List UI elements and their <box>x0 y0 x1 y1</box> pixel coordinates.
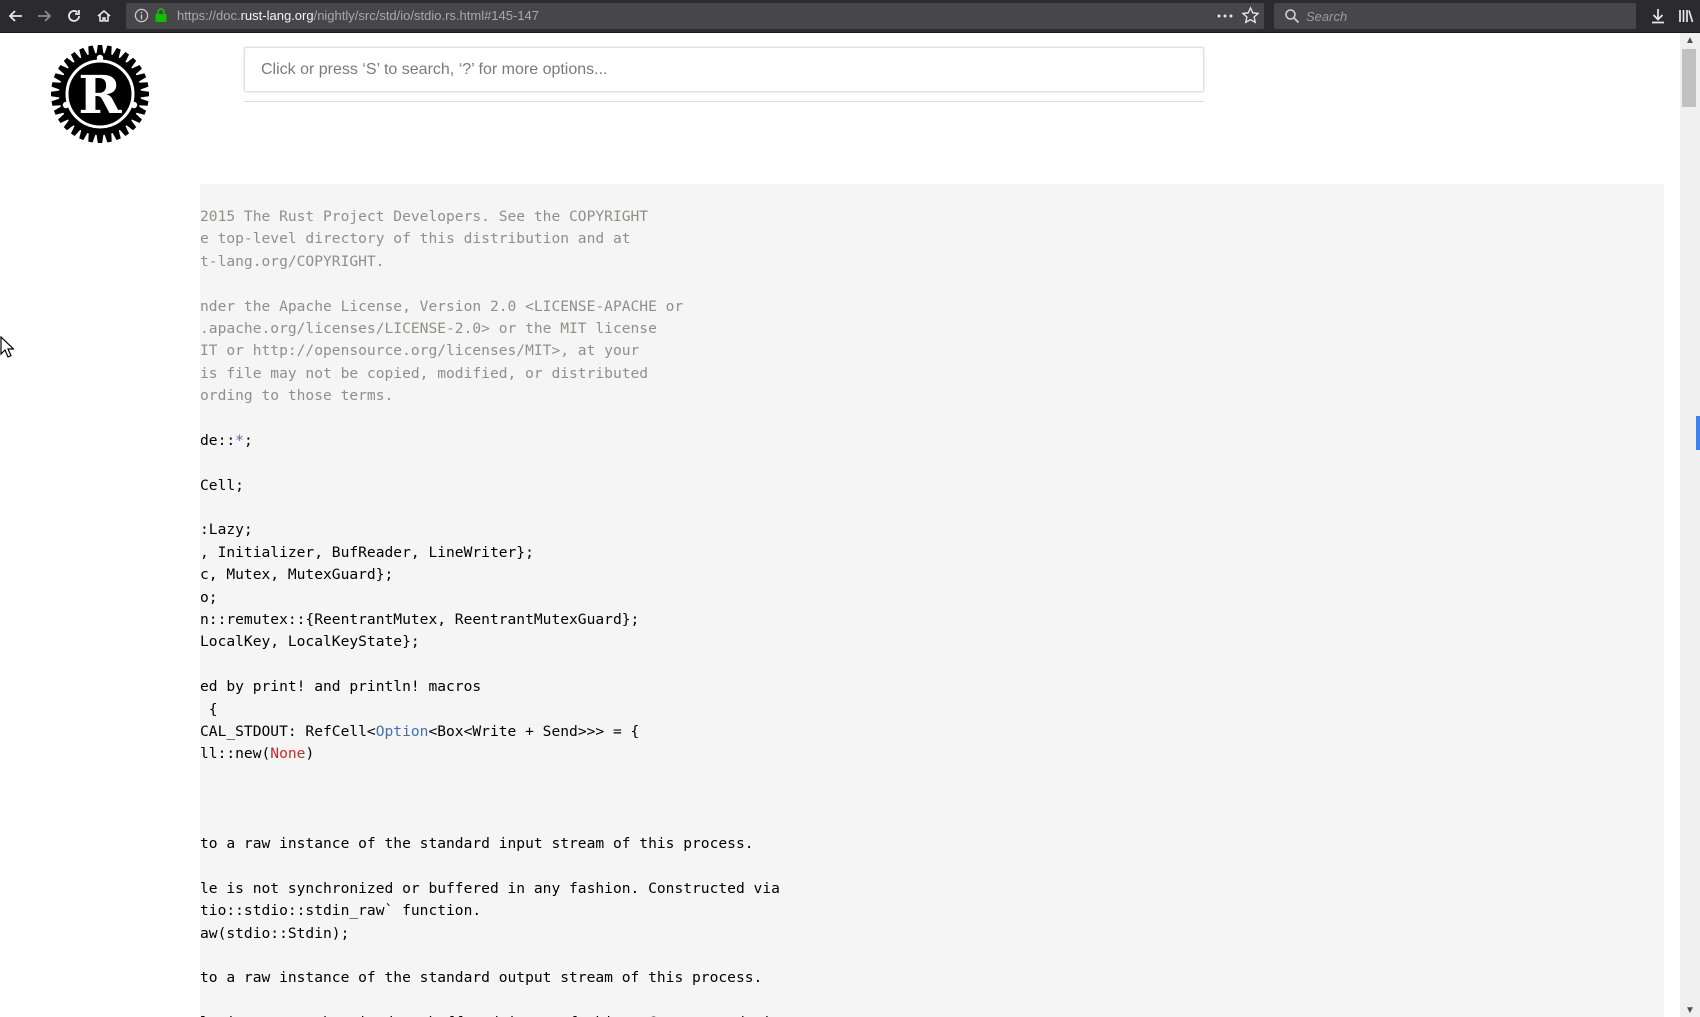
code-line: o; <box>200 587 780 609</box>
scroll-up-icon[interactable]: ▲ <box>1680 33 1700 47</box>
code-token: ll::new( <box>200 745 271 763</box>
home-icon[interactable] <box>92 4 116 28</box>
code-line: to a raw instance of the standard input … <box>200 833 780 855</box>
code-line: e top-level directory of this distributi… <box>200 228 780 250</box>
doc-search-input[interactable]: Click or press ‘S’ to search, ‘?’ for mo… <box>244 47 1204 92</box>
source-code: 2015 The Rust Project Developers. See th… <box>200 206 780 1017</box>
browser-toolbar: https://doc.rust-lang.org/nightly/src/st… <box>0 0 1700 33</box>
source-code-panel[interactable]: 2015 The Rust Project Developers. See th… <box>200 184 1664 1017</box>
code-line: nder the Apache License, Version 2.0 <LI… <box>200 296 780 318</box>
library-icon[interactable] <box>1674 4 1698 28</box>
code-line: :Lazy; <box>200 519 780 541</box>
page-scrollbar[interactable]: ▲ ▼ <box>1680 33 1700 1017</box>
code-line: , Initializer, BufReader, LineWriter}; <box>200 542 780 564</box>
code-token: ) <box>305 745 315 763</box>
rust-logo[interactable]: R <box>48 42 152 146</box>
browser-search-placeholder: Search <box>1306 9 1348 24</box>
code-line: de::*; <box>200 430 780 452</box>
back-icon[interactable] <box>4 4 28 28</box>
code-token: aw(stdio::Stdin); <box>200 924 350 942</box>
code-token: CAL_STDOUT: RefCell< <box>200 722 376 740</box>
code-line: ed by print! and println! macros <box>200 676 780 698</box>
code-token: ording to those terms. <box>200 387 394 405</box>
code-line: n::remutex::{ReentrantMutex, ReentrantMu… <box>200 609 780 631</box>
code-token: le is not synchronized or buffered in an… <box>200 879 780 897</box>
code-token: * <box>235 431 244 449</box>
code-line: t-lang.org/COPYRIGHT. <box>200 251 780 273</box>
forward-icon[interactable] <box>32 4 56 28</box>
code-line: Cell; <box>200 475 780 497</box>
code-line: c, Mutex, MutexGuard}; <box>200 564 780 586</box>
scroll-highlight-marker <box>1696 416 1700 450</box>
code-line: to a raw instance of the standard output… <box>200 967 780 989</box>
code-token: to a raw instance of the standard output… <box>200 969 763 987</box>
code-token: LocalKey, LocalKeyState}; <box>200 633 420 651</box>
code-line: aw(stdio::Stdin); <box>200 923 780 945</box>
code-line: is file may not be copied, modified, or … <box>200 363 780 385</box>
code-token: tio::stdio::stdin_raw` function. <box>200 902 482 920</box>
code-token: , Initializer, BufReader, LineWriter}; <box>200 543 534 561</box>
code-token: c, Mutex, MutexGuard}; <box>200 566 394 584</box>
scroll-thumb[interactable] <box>1682 49 1696 107</box>
code-token: Cell; <box>200 476 244 494</box>
info-icon[interactable] <box>134 8 149 28</box>
code-token: 2015 The Rust Project Developers. See th… <box>200 208 649 225</box>
code-token: de:: <box>200 431 236 449</box>
more-icon[interactable] <box>1216 7 1234 30</box>
code-token: IT or http://opensource.org/licenses/MIT… <box>200 342 640 360</box>
url-bar[interactable]: https://doc.rust-lang.org/nightly/src/st… <box>126 3 1264 29</box>
url-text[interactable]: https://doc.rust-lang.org/nightly/src/st… <box>177 8 539 23</box>
code-token: :Lazy; <box>200 521 253 539</box>
code-line: IT or http://opensource.org/licenses/MIT… <box>200 340 780 362</box>
browser-search-bar[interactable]: Search <box>1274 3 1636 29</box>
code-line: 2015 The Rust Project Developers. See th… <box>200 206 780 228</box>
code-line: tio::stdio::stdin_raw` function. <box>200 900 780 922</box>
code-token: { <box>200 700 218 718</box>
code-token: ; <box>243 431 253 449</box>
doc-search-placeholder: Click or press ‘S’ to search, ‘?’ for mo… <box>261 61 608 78</box>
code-line: { <box>200 699 780 721</box>
lock-icon <box>154 7 168 28</box>
code-token: .apache.org/licenses/LICENSE-2.0> or the… <box>200 319 657 337</box>
code-token: to a raw instance of the standard input … <box>200 834 754 852</box>
code-token: is file may not be copied, modified, or … <box>200 364 649 382</box>
mouse-cursor-icon <box>0 335 15 363</box>
code-token: <Box<Write + Send>>> = { <box>428 722 640 740</box>
reload-icon[interactable] <box>62 4 86 28</box>
bookmark-star-icon[interactable] <box>1241 6 1260 30</box>
code-line: le is not synchronized or buffered in an… <box>200 878 780 900</box>
code-line: LocalKey, LocalKeyState}; <box>200 631 780 653</box>
code-line: ll::new(None) <box>200 743 780 765</box>
code-token: ed by print! and println! macros <box>200 678 482 696</box>
code-line: ording to those terms. <box>200 385 780 407</box>
code-token: Option <box>375 722 429 740</box>
scroll-down-icon[interactable]: ▼ <box>1680 1003 1700 1017</box>
code-token: None <box>270 745 306 763</box>
code-token: n::remutex::{ReentrantMutex, ReentrantMu… <box>200 611 640 629</box>
search-icon <box>1284 8 1300 29</box>
code-token: t-lang.org/COPYRIGHT. <box>200 252 385 270</box>
code-token: e top-level directory of this distributi… <box>200 230 631 248</box>
search-divider <box>244 101 1204 102</box>
rust-logo-letter: R <box>78 65 122 126</box>
download-icon[interactable] <box>1646 4 1670 28</box>
code-token: nder the Apache License, Version 2.0 <LI… <box>200 297 684 315</box>
code-line: .apache.org/licenses/LICENSE-2.0> or the… <box>200 318 780 340</box>
code-token: o; <box>200 588 218 606</box>
code-line: le is not synchronized or buffered in an… <box>200 1012 780 1017</box>
code-line: CAL_STDOUT: RefCell<Option<Box<Write + S… <box>200 721 780 743</box>
